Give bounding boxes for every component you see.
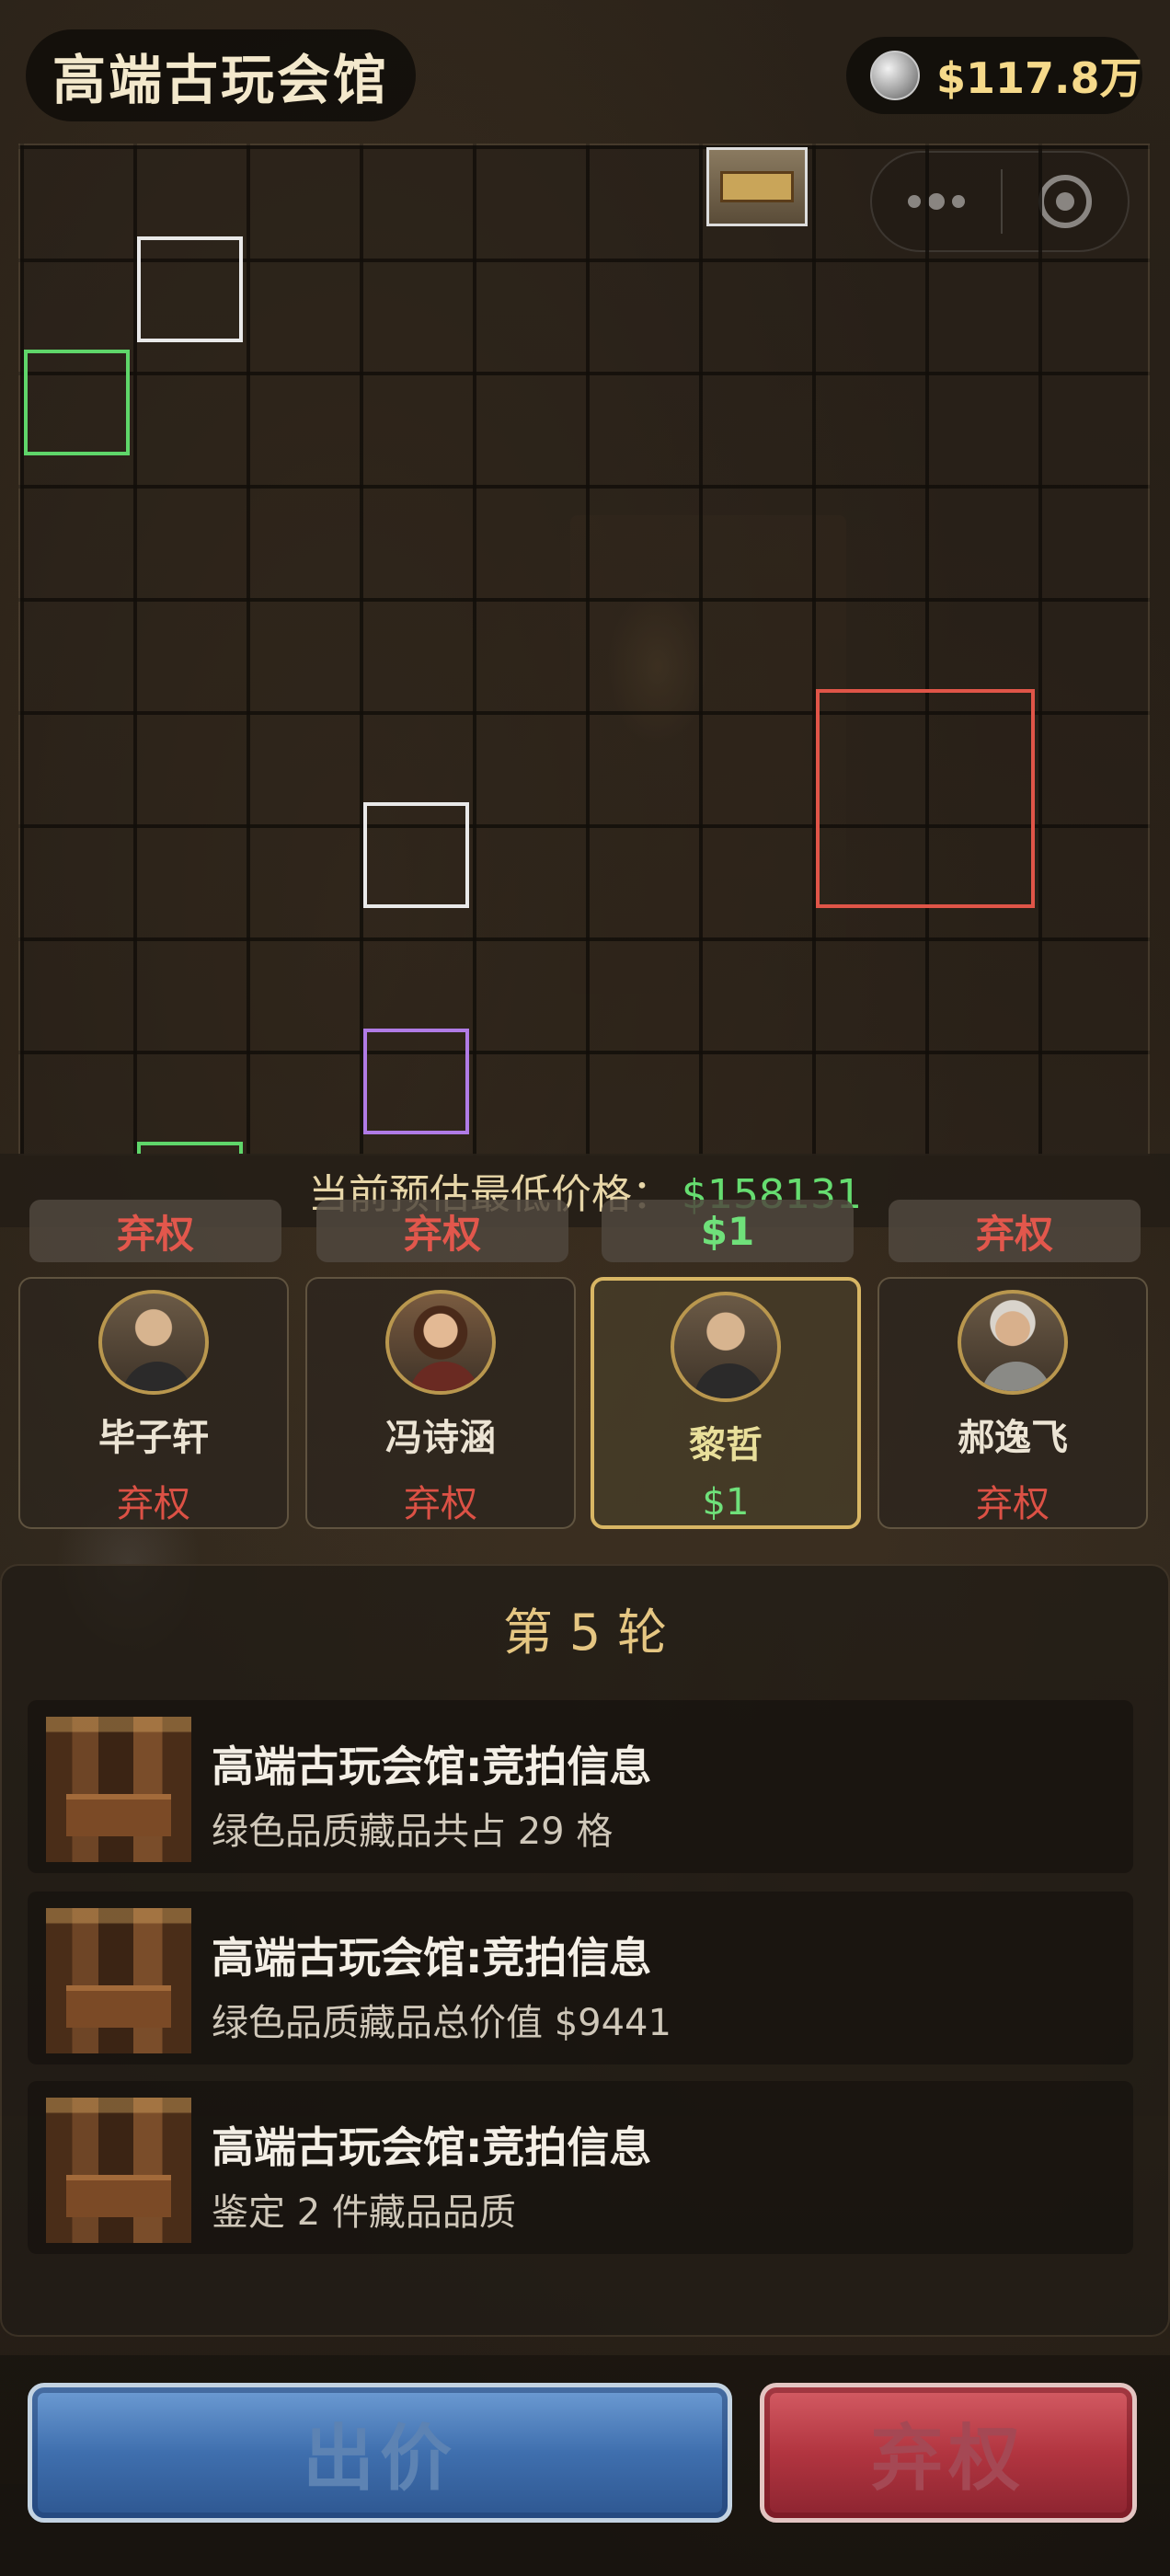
player-status: 弃权 xyxy=(976,1483,1050,1525)
coin-icon xyxy=(870,51,920,100)
player-status: 弃权 xyxy=(404,1483,477,1525)
log-message[interactable]: 高端古玩会馆:竞拍信息 绿色品质藏品共占 29 格 xyxy=(28,1700,1133,1873)
avatar xyxy=(671,1292,781,1402)
log-message-body: 鉴定 2 件藏品品质 xyxy=(212,2191,516,2234)
log-message[interactable]: 高端古玩会馆:竞拍信息 鉴定 2 件藏品品质 xyxy=(28,2081,1133,2254)
quality-marker-green[interactable] xyxy=(24,350,130,455)
avatar xyxy=(385,1290,496,1395)
warehouse-grid[interactable] xyxy=(18,144,1150,1156)
round-number: 5 xyxy=(568,1604,602,1662)
player-name: 冯诗涵 xyxy=(385,1417,496,1459)
plaque-icon xyxy=(720,171,794,202)
log-message-title: 高端古玩会馆:竞拍信息 xyxy=(212,1742,652,1791)
player-name: 郝逸飞 xyxy=(958,1417,1068,1459)
round-prefix: 第 xyxy=(502,1604,553,1662)
bid-tag-player-4: 弃权 xyxy=(889,1200,1141,1262)
bid-button[interactable]: 出价 xyxy=(28,2383,732,2523)
money-display: $117.8万 xyxy=(846,37,1142,114)
fold-button[interactable]: 弃权 xyxy=(760,2383,1137,2523)
round-indicator: 第5轮 xyxy=(0,1592,1170,1664)
bid-tag-player-1: 弃权 xyxy=(29,1200,281,1262)
quality-marker-red[interactable] xyxy=(816,689,1035,908)
log-message-body: 绿色品质藏品总价值 $9441 xyxy=(212,2002,671,2044)
bid-tag-player-3: $1 xyxy=(602,1200,854,1262)
log-message-title: 高端古玩会馆:竞拍信息 xyxy=(212,2122,652,2172)
player-card[interactable]: 郝逸飞 弃权 xyxy=(878,1277,1148,1529)
player-status: 弃权 xyxy=(117,1483,190,1525)
venue-title: 高端古玩会馆 xyxy=(26,29,416,121)
player-card-self[interactable]: 黎哲 $1 xyxy=(591,1277,861,1529)
venue-thumbnail xyxy=(46,2098,191,2243)
venue-thumbnail xyxy=(46,1717,191,1862)
log-message[interactable]: 高端古玩会馆:竞拍信息 绿色品质藏品总价值 $9441 xyxy=(28,1892,1133,2064)
avatar xyxy=(958,1290,1068,1395)
quality-marker-white[interactable] xyxy=(363,802,469,908)
revealed-item[interactable] xyxy=(706,147,808,226)
money-amount: $117.8万 xyxy=(936,53,1142,103)
player-card[interactable]: 毕子轩 弃权 xyxy=(18,1277,289,1529)
player-card[interactable]: 冯诗涵 弃权 xyxy=(305,1277,576,1529)
bid-tag-player-2: 弃权 xyxy=(316,1200,568,1262)
quality-marker-white[interactable] xyxy=(137,236,243,342)
log-message-body: 绿色品质藏品共占 29 格 xyxy=(212,1811,614,1853)
player-status: $1 xyxy=(702,1481,750,1524)
round-suffix: 轮 xyxy=(617,1604,668,1662)
avatar xyxy=(98,1290,209,1395)
log-message-title: 高端古玩会馆:竞拍信息 xyxy=(212,1933,652,1983)
quality-marker-purple[interactable] xyxy=(363,1029,469,1134)
venue-thumbnail xyxy=(46,1908,191,2053)
player-name: 黎哲 xyxy=(689,1424,763,1466)
player-name: 毕子轩 xyxy=(98,1417,209,1459)
